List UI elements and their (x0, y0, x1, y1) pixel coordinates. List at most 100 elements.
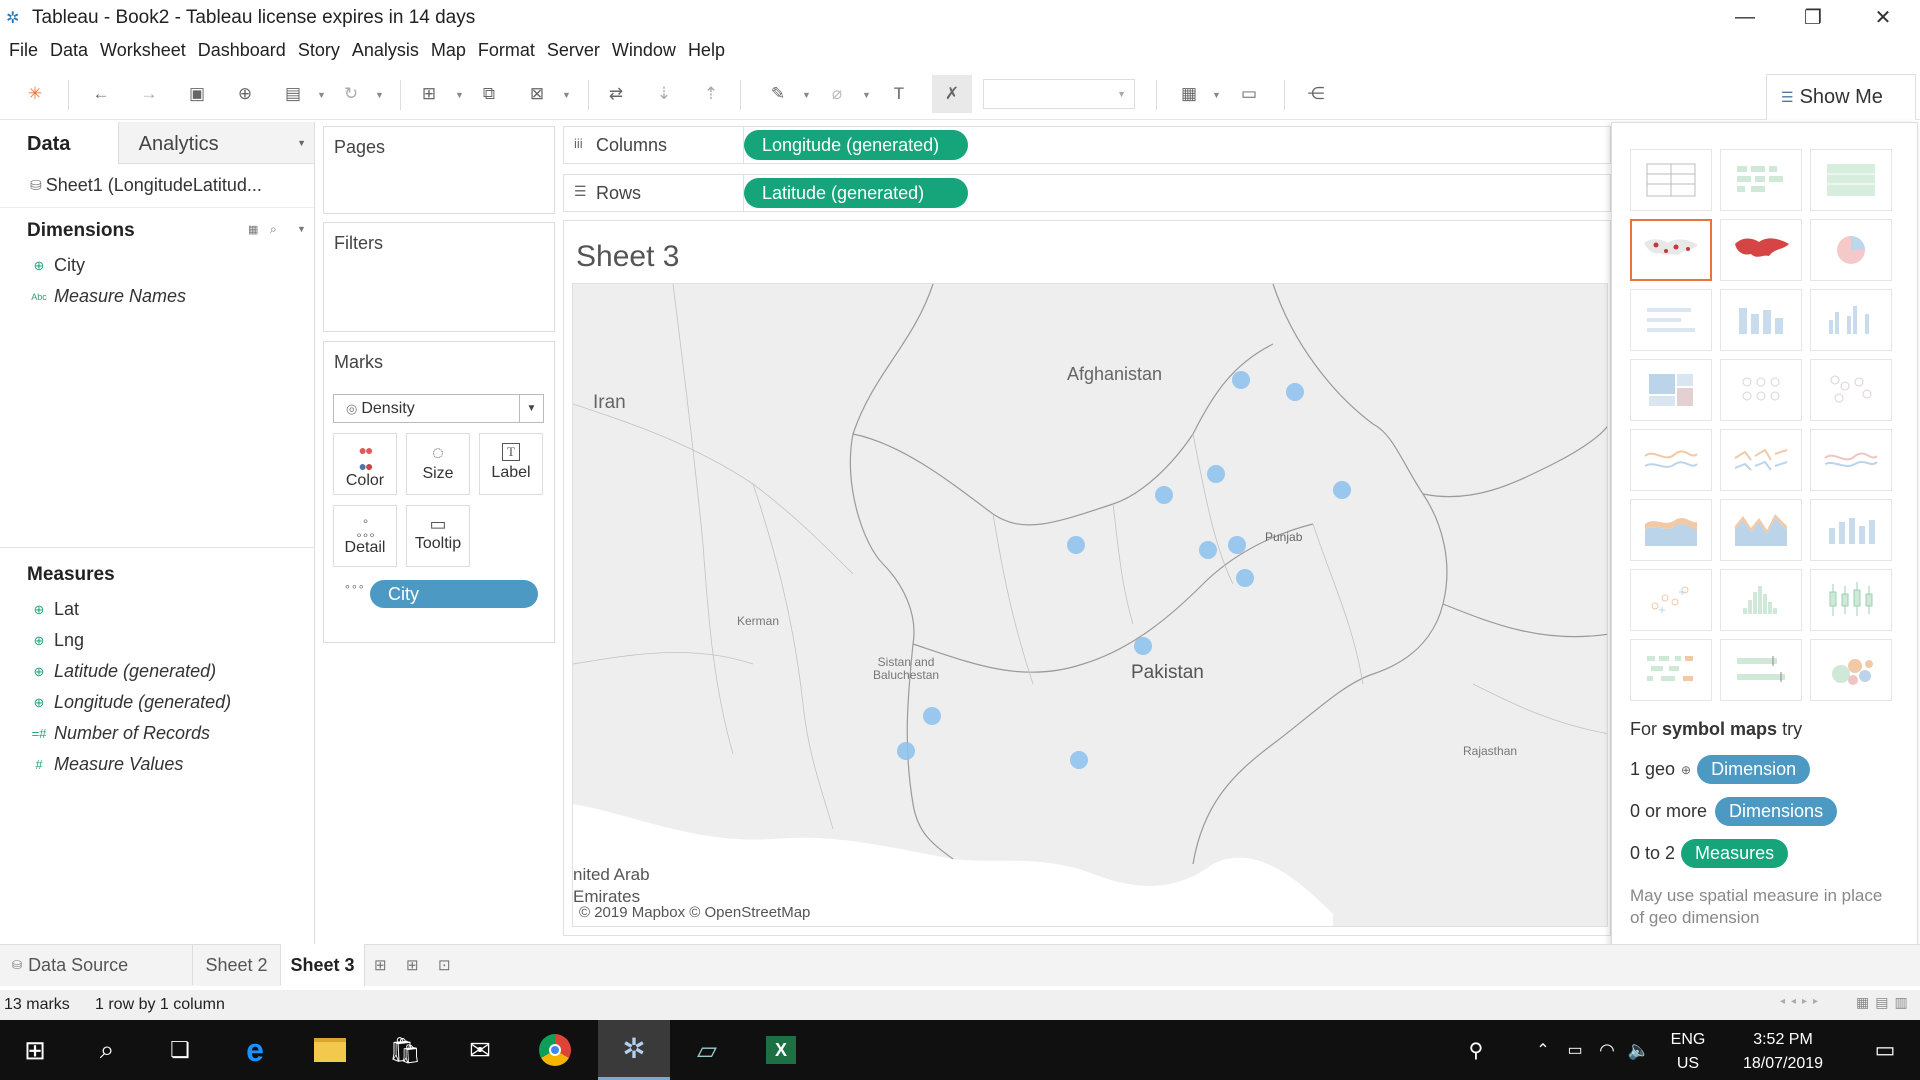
menu-worksheet[interactable]: Worksheet (100, 35, 186, 65)
share-icon[interactable]: ⋲ (1303, 81, 1329, 107)
menu-data[interactable]: Data (50, 35, 88, 65)
filters-card[interactable]: Filters (323, 222, 555, 332)
tab-data-source[interactable]: ⛁ Data Source (0, 945, 193, 985)
chart-option-side-by-side-bars[interactable] (1810, 289, 1892, 351)
presentation-mode-icon[interactable]: ▭ (1236, 81, 1262, 107)
menu-server[interactable]: Server (547, 35, 600, 65)
tab-sheet-2[interactable]: Sheet 2 (193, 945, 281, 985)
chart-option-area-discrete[interactable] (1720, 499, 1802, 561)
menu-file[interactable]: File (9, 35, 38, 65)
show-me-button[interactable]: ☰ Show Me (1766, 74, 1916, 120)
undo-icon[interactable]: ← (88, 81, 114, 107)
chart-option-treemap[interactable] (1630, 359, 1712, 421)
chart-option-box-whisker[interactable] (1810, 569, 1892, 631)
tab-analytics[interactable]: Analytics ▼ (117, 122, 314, 164)
chart-option-bullet-graph[interactable] (1720, 639, 1802, 701)
restore-button[interactable]: ❐ (1784, 0, 1842, 35)
longitude-column-pill[interactable]: Longitude (generated) (744, 130, 968, 160)
minimize-button[interactable]: — (1716, 0, 1774, 35)
size-button[interactable]: ◌ Size (406, 433, 470, 495)
chevron-down-icon[interactable]: ▼ (519, 395, 543, 422)
chart-option-horizontal-bars[interactable] (1630, 289, 1712, 351)
file-explorer-icon[interactable] (295, 1020, 365, 1080)
menu-map[interactable]: Map (431, 35, 466, 65)
show-cards-icon[interactable]: ▦ (1176, 81, 1202, 107)
chevron-down-icon[interactable]: ▼ (317, 90, 326, 100)
wifi-icon[interactable]: ◠ (1592, 1020, 1622, 1080)
fit-dropdown[interactable]: ▼ (983, 79, 1135, 109)
chart-option-filled-map[interactable] (1720, 219, 1802, 281)
pages-card[interactable]: Pages (323, 126, 555, 214)
chart-option-stacked-bars[interactable] (1720, 289, 1802, 351)
chart-option-dual-combination[interactable] (1810, 499, 1892, 561)
chevron-down-icon[interactable]: ▼ (802, 90, 811, 100)
task-view-icon[interactable]: ❏ (145, 1020, 215, 1080)
search-icon[interactable]: ⌕ (72, 1020, 142, 1080)
chart-option-gantt[interactable] (1630, 639, 1712, 701)
group-members-icon[interactable]: ⌀ (824, 81, 850, 107)
clear-sheet-icon[interactable]: ⊠ (524, 81, 550, 107)
latitude-row-pill[interactable]: Latitude (generated) (744, 178, 968, 208)
chevron-down-icon[interactable]: ▼ (862, 90, 871, 100)
tab-data[interactable]: Data (0, 122, 118, 164)
measure-field-number-of-records[interactable]: =# Number of Records (0, 718, 315, 749)
city-detail-pill[interactable]: City (370, 580, 538, 608)
sort-descending-icon[interactable]: ⇡ (698, 81, 724, 107)
tableau-start-icon[interactable]: ✳ (22, 81, 48, 107)
new-datasource-icon[interactable]: ⊕ (232, 81, 258, 107)
highlight-icon[interactable]: ✎ (765, 81, 791, 107)
sheet-navigation-icon[interactable]: ◂◂▸▸ (1780, 996, 1824, 1007)
refresh-icon[interactable]: ↻ (338, 81, 364, 107)
chart-option-symbol-map[interactable] (1630, 219, 1712, 281)
measure-field-measure-values[interactable]: # Measure Values (0, 749, 315, 780)
chart-option-continuous-lines[interactable] (1630, 429, 1712, 491)
menu-window[interactable]: Window (612, 35, 676, 65)
chart-option-packed-bubbles[interactable] (1810, 639, 1892, 701)
show-labels-icon[interactable]: T (886, 81, 912, 107)
chart-option-circle-views[interactable] (1720, 359, 1802, 421)
volume-icon[interactable]: 🔈 (1624, 1020, 1654, 1080)
measure-field-lng[interactable]: ⊕ Lng (0, 625, 315, 656)
chart-option-area-continuous[interactable] (1630, 499, 1712, 561)
menu-help[interactable]: Help (688, 35, 725, 65)
measure-field-lat[interactable]: ⊕ Lat (0, 594, 315, 625)
mail-icon[interactable]: ✉ (445, 1020, 515, 1080)
chart-option-histogram[interactable] (1720, 569, 1802, 631)
windows-start-icon[interactable]: ⊞ (0, 1020, 70, 1080)
chart-option-text-table[interactable] (1630, 149, 1712, 211)
close-button[interactable]: ✕ (1854, 0, 1912, 35)
measure-field-latitude-generated[interactable]: ⊕ Latitude (generated) (0, 656, 315, 687)
mark-type-dropdown[interactable]: ◎ Density ▼ (333, 394, 544, 423)
search-icon[interactable]: ⌕ (270, 222, 277, 237)
save-icon[interactable]: ▣ (184, 81, 210, 107)
clock[interactable]: 3:52 PM 18/07/2019 (1728, 1028, 1838, 1076)
new-worksheet-icon[interactable]: ⊞ (416, 81, 442, 107)
new-worksheet-icon[interactable]: ⊞ (374, 956, 387, 974)
excel-icon[interactable]: X (746, 1020, 816, 1080)
menu-story[interactable]: Story (298, 35, 340, 65)
view-toggle-icon[interactable]: ▦ (248, 223, 258, 236)
chevron-up-icon[interactable]: ⌃ (1528, 1020, 1558, 1080)
battery-icon[interactable]: ▭ (1560, 1020, 1590, 1080)
people-icon[interactable]: ⚲ (1456, 1020, 1496, 1080)
chevron-down-icon[interactable]: ▼ (455, 90, 464, 100)
duplicate-sheet-icon[interactable]: ⧉ (476, 81, 502, 107)
fix-axes-icon[interactable]: ✗ (932, 75, 972, 113)
chart-option-scatter[interactable] (1630, 569, 1712, 631)
color-button[interactable]: ●● ●● Color (333, 433, 397, 495)
rows-shelf[interactable]: ☰ Rows (563, 174, 1611, 212)
chevron-down-icon[interactable]: ▼ (562, 90, 571, 100)
store-icon[interactable]: 🛍 (370, 1020, 440, 1080)
sort-ascending-icon[interactable]: ⇣ (651, 81, 677, 107)
chrome-icon[interactable] (520, 1020, 590, 1080)
chart-option-pie[interactable] (1810, 219, 1892, 281)
edge-browser-icon[interactable]: e (220, 1020, 290, 1080)
chart-option-highlight-table[interactable] (1810, 149, 1892, 211)
menu-analysis[interactable]: Analysis (352, 35, 419, 65)
chart-option-side-by-side-circles[interactable] (1810, 359, 1892, 421)
columns-shelf[interactable]: iii Columns (563, 126, 1611, 164)
map-view[interactable]: Afghanistan Iran Punjab Kerman Sistan an… (572, 283, 1608, 927)
notes-app-icon[interactable]: ▱ (672, 1020, 742, 1080)
view-mode-icon[interactable]: ▦▤▥ (1856, 994, 1914, 1011)
detail-button[interactable]: ∘ ∘∘∘ Detail (333, 505, 397, 567)
